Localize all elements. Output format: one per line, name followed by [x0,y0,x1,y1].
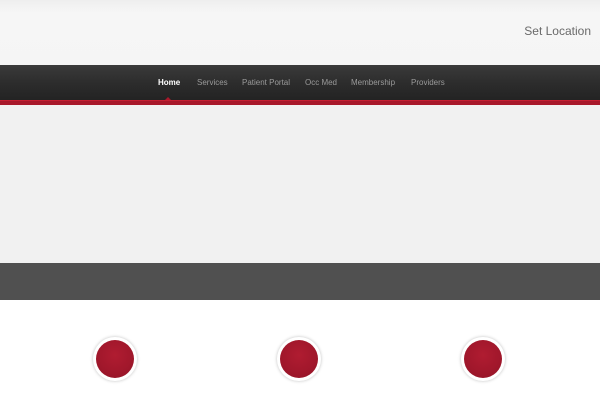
feature-circle-1[interactable] [93,337,137,381]
nav-item-providers[interactable]: Providers [411,78,445,87]
nav-item-occ-med[interactable]: Occ Med [305,78,337,87]
set-location-link[interactable]: Set Location [524,24,591,38]
top-header: Set Location [0,0,600,65]
nav-item-membership[interactable]: Membership [351,78,395,87]
nav-item-home[interactable]: Home [158,78,180,87]
dark-band [0,263,600,300]
page: Set Location Home Services Patient Porta… [0,0,600,400]
nav-item-services[interactable]: Services [197,78,228,87]
feature-circle-icon [464,340,502,378]
feature-circle-icon [96,340,134,378]
feature-circle-icon [280,340,318,378]
nav-item-patient-portal[interactable]: Patient Portal [242,78,290,87]
main-nav: Home Services Patient Portal Occ Med Mem… [0,65,600,100]
hero-banner [0,105,600,263]
nav-list: Home Services Patient Portal Occ Med Mem… [0,65,600,100]
feature-circle-3[interactable] [461,337,505,381]
feature-circle-2[interactable] [277,337,321,381]
